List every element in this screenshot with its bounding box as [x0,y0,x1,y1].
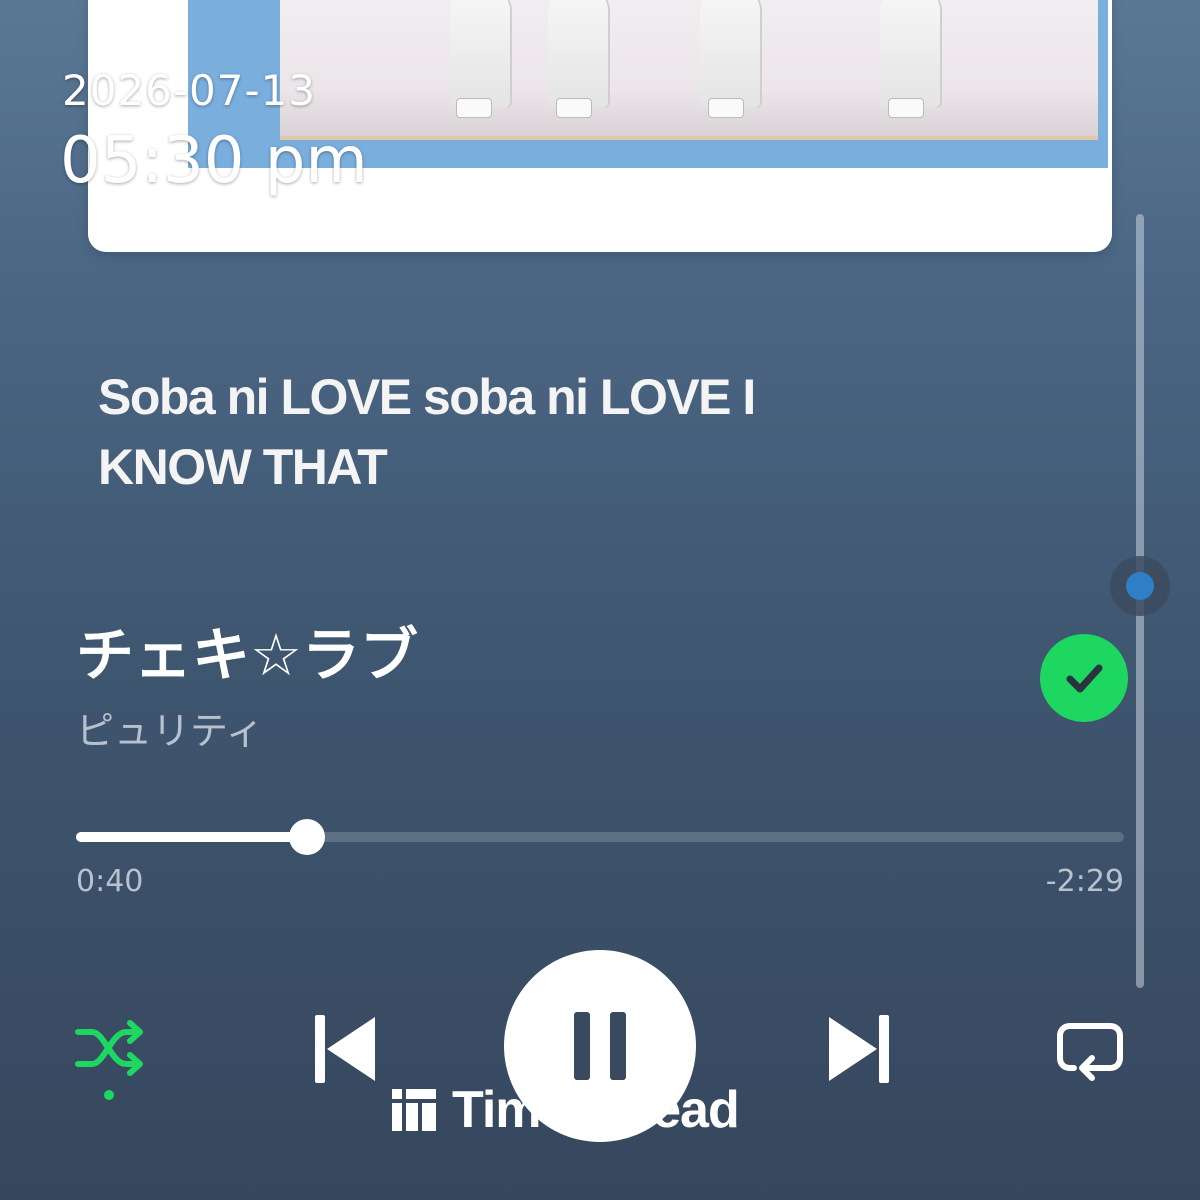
liked-button[interactable] [1040,634,1128,722]
skip-next-icon [829,1015,889,1083]
album-figure-boot [708,98,744,118]
remaining-time: -2:29 [1045,864,1124,899]
album-figure-boot [456,98,492,118]
date-label: 2026-07-13 [62,66,317,115]
next-button[interactable] [814,1004,904,1094]
album-figure [548,0,608,108]
album-figure [700,0,760,108]
progress-bar-handle[interactable] [288,819,325,855]
progress-bar[interactable] [76,819,1124,855]
track-artist[interactable]: ピュリティ [76,700,264,755]
previous-button[interactable] [300,1004,390,1094]
track-title[interactable]: チェキ☆ラブ [76,608,418,692]
album-photo [280,0,1098,140]
elapsed-time: 0:40 [76,864,144,899]
shuffle-icon [75,1020,143,1076]
album-figure-boot [556,98,592,118]
repeat-icon [1057,1023,1123,1081]
shuffle-active-indicator [104,1090,114,1100]
check-circle-icon [1066,664,1103,693]
album-figure [450,0,510,108]
timespread-logo-icon [392,1089,436,1131]
album-figure-boot [888,98,924,118]
pause-icon [574,1012,626,1080]
repeat-button[interactable] [1048,1008,1132,1092]
current-lyric-line[interactable]: Soba ni LOVE soba ni LOVE I KNOW THAT [98,362,898,502]
shuffle-button[interactable] [68,1012,152,1084]
album-figure [880,0,940,108]
progress-bar-fill [76,832,307,842]
watermark: TimeSpread [390,1080,740,1140]
watermark-text: TimeSpread [452,1081,740,1139]
time-label: 05:30 pm [60,124,368,198]
lyrics-scroll-thumb-dot [1126,571,1154,600]
skip-previous-icon [315,1015,375,1083]
lyrics-scroll-thumb[interactable] [1110,555,1170,616]
